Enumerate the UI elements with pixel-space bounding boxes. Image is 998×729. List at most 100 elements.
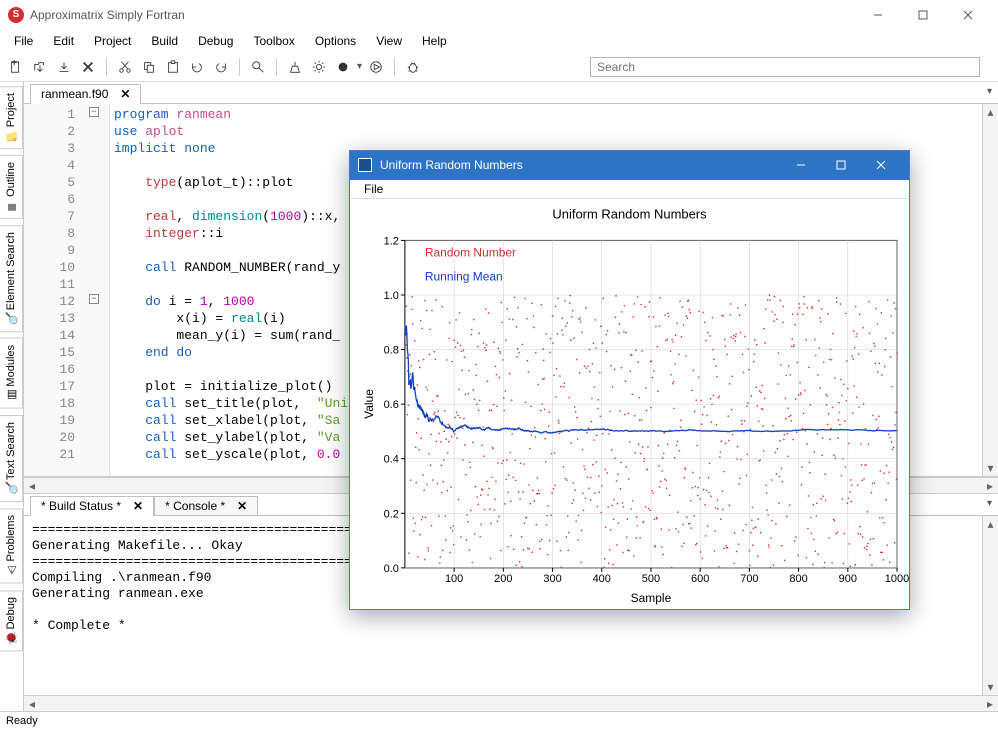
- copy-icon[interactable]: [139, 57, 159, 77]
- svg-text:400: 400: [593, 573, 611, 585]
- tab-close-icon[interactable]: ✕: [120, 87, 130, 101]
- tab-build-status[interactable]: * Build Status * ✕: [30, 496, 154, 516]
- svg-text:0.2: 0.2: [384, 508, 399, 520]
- side-tab-label: Debug: [5, 597, 17, 629]
- menu-build[interactable]: Build: [141, 32, 188, 50]
- editor-tab-label: ranmean.f90: [41, 87, 108, 101]
- svg-text:0.8: 0.8: [384, 344, 399, 356]
- status-text: Ready: [6, 715, 38, 727]
- paste-icon[interactable]: [163, 57, 183, 77]
- close-button[interactable]: [945, 1, 990, 29]
- open-icon[interactable]: [30, 57, 50, 77]
- console-vertical-scrollbar[interactable]: ▴ ▾: [982, 516, 998, 695]
- build-settings-icon[interactable]: [309, 57, 329, 77]
- run-icon[interactable]: [366, 57, 386, 77]
- cut-icon[interactable]: [115, 57, 135, 77]
- svg-text:1.2: 1.2: [384, 235, 399, 247]
- plot-close-button[interactable]: [861, 151, 901, 179]
- svg-text:0.0: 0.0: [384, 563, 399, 575]
- fold-icon[interactable]: −: [89, 107, 99, 117]
- scroll-left-icon[interactable]: ◂: [24, 697, 40, 711]
- delete-icon[interactable]: [78, 57, 98, 77]
- plot-window[interactable]: Uniform Random Numbers File Value Unifor…: [349, 150, 910, 610]
- tab-label: * Build Status *: [41, 499, 121, 513]
- status-bar: Ready: [0, 711, 998, 729]
- side-tab-element-search[interactable]: 🔍Element Search: [0, 225, 23, 332]
- project-icon: 📁: [6, 131, 17, 142]
- editor-tab-ranmean[interactable]: ranmean.f90 ✕: [30, 84, 141, 104]
- chart-title: Uniform Random Numbers: [552, 206, 707, 221]
- menu-project[interactable]: Project: [84, 32, 141, 50]
- tab-overflow-icon[interactable]: ▾: [987, 86, 992, 97]
- app-icon: S: [8, 7, 24, 23]
- side-tab-label: Project: [5, 93, 17, 127]
- debug-icon[interactable]: [403, 57, 423, 77]
- scroll-left-icon[interactable]: ◂: [24, 479, 40, 493]
- minimize-button[interactable]: [855, 1, 900, 29]
- toolbar-separator: [394, 58, 395, 76]
- build-dropdown-icon[interactable]: ▾: [357, 61, 362, 72]
- side-tab-debug[interactable]: 🐞 Debug: [0, 590, 23, 651]
- side-tab-label: Text Search: [5, 422, 17, 480]
- new-file-icon[interactable]: [6, 57, 26, 77]
- svg-text:300: 300: [543, 573, 561, 585]
- svg-text:100: 100: [445, 573, 463, 585]
- svg-text:900: 900: [839, 573, 857, 585]
- text-search-icon: 🔍: [6, 484, 17, 495]
- plot-menu-file[interactable]: File: [356, 180, 391, 198]
- side-tab-modules[interactable]: ▤Modules: [0, 338, 23, 409]
- menu-help[interactable]: Help: [412, 32, 457, 50]
- find-icon[interactable]: [248, 57, 268, 77]
- save-icon[interactable]: [54, 57, 74, 77]
- scroll-up-icon[interactable]: ▴: [983, 104, 998, 120]
- svg-text:200: 200: [494, 573, 512, 585]
- menu-view[interactable]: View: [366, 32, 412, 50]
- scroll-right-icon[interactable]: ▸: [982, 479, 998, 493]
- modules-icon: ▤: [6, 391, 17, 402]
- tab-close-icon[interactable]: ✕: [133, 499, 143, 513]
- side-tab-text-search[interactable]: 🔍 Text Search: [0, 415, 23, 502]
- plot-maximize-button[interactable]: [821, 151, 861, 179]
- menu-toolbox[interactable]: Toolbox: [243, 32, 304, 50]
- console-horizontal-scrollbar[interactable]: ◂ ▸: [24, 695, 998, 711]
- menu-debug[interactable]: Debug: [188, 32, 243, 50]
- fold-icon[interactable]: −: [89, 294, 99, 304]
- toolbar-separator: [276, 58, 277, 76]
- scroll-up-icon[interactable]: ▴: [983, 516, 998, 532]
- side-tab-problems[interactable]: ⚠Problems: [0, 508, 23, 583]
- plot-minimize-button[interactable]: [781, 151, 821, 179]
- plot-menu-bar: File: [350, 180, 909, 199]
- menu-file[interactable]: File: [4, 32, 43, 50]
- svg-text:0.6: 0.6: [384, 399, 399, 411]
- maximize-button[interactable]: [900, 1, 945, 29]
- side-tab-outline[interactable]: ≣Outline: [0, 155, 23, 219]
- tab-close-icon[interactable]: ✕: [237, 499, 247, 513]
- scroll-right-icon[interactable]: ▸: [982, 697, 998, 711]
- svg-text:800: 800: [789, 573, 807, 585]
- outline-icon: ≣: [6, 201, 17, 212]
- search-input[interactable]: [590, 57, 980, 77]
- plot-canvas: Value Uniform Random Numbers 0.0 0.2 0.4 0.6…: [350, 199, 909, 609]
- bug-icon: 🐞: [6, 633, 17, 644]
- chart-ylabel: Value: [362, 389, 376, 419]
- tab-overflow-icon[interactable]: ▾: [987, 498, 992, 509]
- redo-icon[interactable]: [211, 57, 231, 77]
- svg-text:1.0: 1.0: [384, 290, 399, 302]
- menu-bar: File Edit Project Build Debug Toolbox Op…: [0, 30, 998, 52]
- side-tab-label: Element Search: [5, 232, 17, 310]
- tab-console[interactable]: * Console * ✕: [154, 496, 258, 516]
- side-tab-project[interactable]: 📁 Project: [0, 86, 23, 149]
- editor-vertical-scrollbar[interactable]: ▴ ▾: [982, 104, 998, 476]
- tab-label: * Console *: [165, 499, 225, 513]
- build-icon[interactable]: [333, 57, 353, 77]
- chart-xlabel: Sample: [631, 591, 672, 605]
- svg-text:0.4: 0.4: [384, 453, 399, 465]
- plot-window-title: Uniform Random Numbers: [380, 158, 781, 172]
- menu-options[interactable]: Options: [305, 32, 366, 50]
- plot-title-bar[interactable]: Uniform Random Numbers: [350, 151, 909, 180]
- scroll-down-icon[interactable]: ▾: [983, 460, 998, 476]
- scroll-down-icon[interactable]: ▾: [983, 679, 998, 695]
- menu-edit[interactable]: Edit: [43, 32, 84, 50]
- undo-icon[interactable]: [187, 57, 207, 77]
- clean-icon[interactable]: [285, 57, 305, 77]
